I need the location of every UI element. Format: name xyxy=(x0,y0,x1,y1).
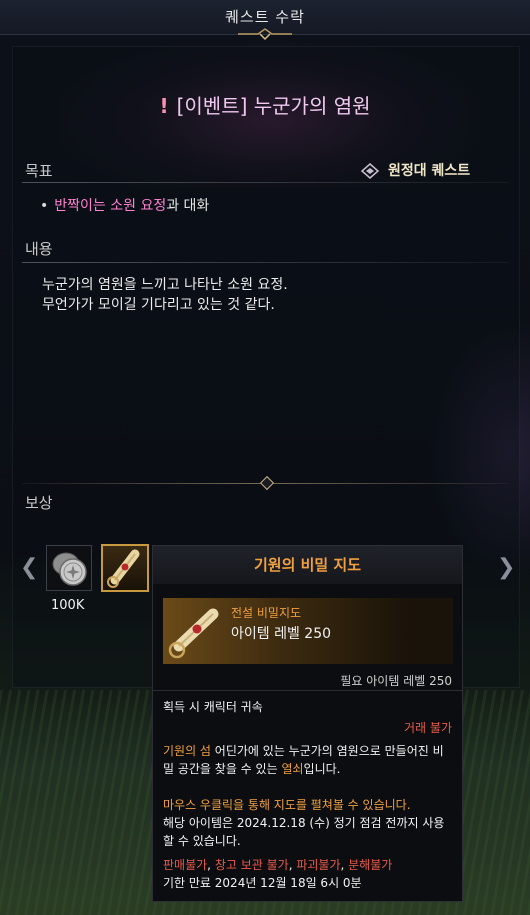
content-divider xyxy=(22,262,508,263)
restriction-item: 파괴불가 xyxy=(296,858,341,872)
reward-label: 보상 xyxy=(25,494,53,512)
restriction-item: 창고 보관 불가 xyxy=(214,858,289,872)
reward-next-arrow-icon[interactable]: ❯ xyxy=(497,555,515,580)
desc-text: 입니다. xyxy=(303,762,341,776)
tooltip-required-level: 필요 아이템 레벨 250 xyxy=(340,674,452,688)
quest-description: 누군가의 염원을 느끼고 나타난 소원 요정. 무언가가 모이길 기다리고 있는… xyxy=(42,275,288,315)
desc-text: 어딘가에 있는 누군가의 염원으로 만들어진 비 xyxy=(210,744,444,758)
objective-divider xyxy=(22,182,508,183)
objective-item: • 반짝이는 소원 요정과 대화 xyxy=(40,195,209,215)
description-line: 누군가의 염원을 느끼고 나타난 소원 요정. xyxy=(42,277,288,293)
content-label: 내용 xyxy=(25,240,53,258)
desc-text: 밀 공간을 찾을 수 있는 xyxy=(163,762,282,776)
expiry-note-line: 해당 아이템은 2024.12.18 (수) 정기 점검 전까지 사용 xyxy=(163,816,445,830)
desc-keyword: 기원의 섬 xyxy=(163,744,211,758)
exclamation-icon: ! xyxy=(159,94,169,118)
tooltip-divider xyxy=(153,690,462,691)
description-line: 무언가가 모이길 기다리고 있는 것 같다. xyxy=(42,297,275,313)
window-titlebar[interactable]: 퀘스트 수락 xyxy=(0,0,530,41)
treasure-map-icon xyxy=(168,608,219,659)
tooltip-item-level: 아이템 레벨 250 xyxy=(231,626,332,642)
expedition-quest-tag: 원정대 퀘스트 xyxy=(360,160,470,180)
treasure-map-icon xyxy=(107,549,140,588)
tooltip-item-name: 기원의 비밀 지도 xyxy=(153,546,462,584)
restriction-item: 분해불가 xyxy=(348,858,393,872)
objective-target[interactable]: 반짝이는 소원 요정 xyxy=(54,198,166,214)
tooltip-item-header: 전설 비밀지도 아이템 레벨 250 xyxy=(163,598,453,664)
tooltip-item-grade: 전설 비밀지도 xyxy=(231,606,302,620)
desc-keyword: 열쇠 xyxy=(281,762,304,776)
reward-prev-arrow-icon[interactable]: ❮ xyxy=(20,555,38,580)
restriction-item: 판매불가 xyxy=(163,858,208,872)
objective-label: 목표 xyxy=(25,162,53,180)
tooltip-restrictions: 판매불가, 창고 보관 불가, 파괴불가, 분해불가 xyxy=(163,856,455,874)
expiry-note-line: 할 수 있습니다. xyxy=(163,834,241,848)
quest-title-text: [이벤트] 누군가의 염원 xyxy=(176,94,371,118)
window-title: 퀘스트 수락 xyxy=(225,8,305,26)
tooltip-usage: 마우스 우클릭을 통해 지도를 펼쳐볼 수 있습니다. xyxy=(163,798,411,812)
expedition-emblem-icon xyxy=(360,163,380,179)
expedition-quest-label: 원정대 퀘스트 xyxy=(388,163,471,179)
tooltip-expiry-date: 기한 만료 2024년 12월 18일 6시 0분 xyxy=(163,876,362,890)
silver-coin-icon xyxy=(52,552,87,586)
quest-title: ! [이벤트] 누군가의 염원 xyxy=(0,90,530,119)
restriction-separator: , xyxy=(207,858,215,872)
tooltip-expiry-note: 해당 아이템은 2024.12.18 (수) 정기 점검 전까지 사용할 수 있… xyxy=(163,814,455,850)
reward-coin-count: 100K xyxy=(51,598,85,613)
restriction-separator: , xyxy=(340,858,349,872)
tooltip-description: 기원의 섬 어딘가에 있는 누군가의 염원으로 만들어진 비밀 공간을 찾을 수… xyxy=(163,742,455,778)
title-ornament-icon xyxy=(238,28,292,41)
objective-action: 과 대화 xyxy=(166,198,210,214)
item-tooltip: 기원의 비밀 지도 전설 비밀지도 아이템 레벨 250 필요 아이템 레벨 2… xyxy=(152,545,463,902)
tooltip-bind-info: 획득 시 캐릭터 귀속 xyxy=(163,700,263,714)
bullet-icon: • xyxy=(40,198,49,214)
reward-slot-coin[interactable] xyxy=(46,545,92,591)
reward-slot-map[interactable] xyxy=(101,544,149,592)
tooltip-trade-info: 거래 불가 xyxy=(404,721,452,735)
